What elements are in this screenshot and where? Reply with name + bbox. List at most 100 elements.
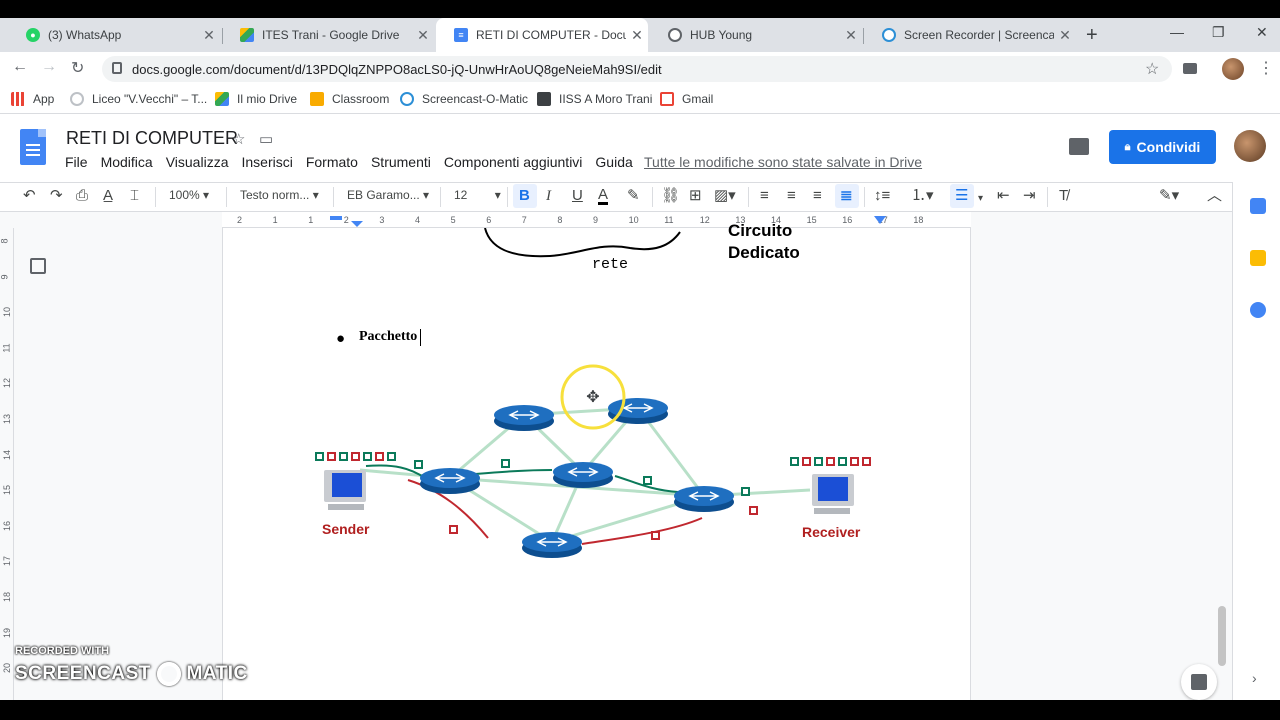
numbered-list-icon[interactable]: ⒈▾ (911, 187, 934, 205)
share-button[interactable]: 🔒︎ Condividi (1109, 130, 1216, 164)
indent-marker-first-line[interactable] (330, 216, 342, 220)
ruler-tick-label: 8 (557, 215, 563, 225)
style-select[interactable]: Testo norm... ▾ (240, 188, 319, 202)
bookmark-iiss[interactable]: IISS A Moro Trani (537, 92, 652, 106)
paint-format-icon[interactable]: ⌶ (130, 187, 139, 205)
line-spacing-icon[interactable]: ↕≡ (874, 187, 890, 205)
tab-whatsapp[interactable]: ● (3) WhatsApp ✕ (8, 18, 220, 52)
bookmark-apps[interactable]: App (11, 92, 54, 106)
document-outline-icon[interactable] (30, 258, 46, 274)
decrease-indent-icon[interactable]: ⇤ (997, 187, 1010, 205)
tasks-icon[interactable] (1250, 302, 1266, 318)
redo-icon[interactable]: ↷ (50, 187, 63, 205)
align-left-icon[interactable]: ≡ (760, 187, 769, 205)
tab-drive[interactable]: ITES Trani - Google Drive ✕ (222, 18, 434, 52)
star-icon[interactable]: ☆ (232, 130, 245, 148)
size-select[interactable]: 12 ▾ (454, 188, 501, 202)
forward-button[interactable]: → (41, 58, 57, 76)
drive-icon (240, 28, 254, 42)
spellcheck-icon[interactable]: A̲ (103, 187, 113, 205)
restore-button[interactable]: ❐ (1212, 24, 1225, 41)
menu-componenti[interactable]: Componenti aggiuntivi (444, 154, 583, 170)
profile-avatar[interactable] (1222, 58, 1244, 80)
comment-icon[interactable] (1069, 138, 1089, 155)
menu-guida[interactable]: Guida (595, 154, 632, 170)
justify-icon[interactable]: ≣ (840, 187, 853, 205)
increase-indent-icon[interactable]: ⇥ (1023, 187, 1036, 205)
reload-button[interactable]: ↻ (71, 58, 84, 78)
scrollbar-thumb[interactable] (1218, 606, 1226, 666)
print-icon[interactable]: ⎙ (76, 187, 88, 205)
menu-visualizza[interactable]: Visualizza (166, 154, 229, 170)
align-center-icon[interactable]: ≡ (787, 187, 796, 205)
circuit-label: Circuito Dedicato (728, 220, 800, 264)
menu-bar: File Modifica Visualizza Inserisci Forma… (65, 154, 646, 170)
insert-comment-icon[interactable]: ⊞ (689, 187, 702, 205)
bookmark-gmail[interactable]: Gmail (660, 92, 713, 106)
keep-icon[interactable] (1250, 250, 1266, 266)
close-icon[interactable]: ✕ (626, 27, 648, 44)
url-text[interactable]: docs.google.com/document/d/13PDQlqZNPPO8… (132, 62, 662, 77)
text-color-icon[interactable]: A (598, 187, 609, 205)
menu-modifica[interactable]: Modifica (101, 154, 153, 170)
menu-kebab-icon[interactable]: ⋮ (1258, 58, 1274, 78)
vruler-tick-label: 20 (2, 663, 13, 674)
side-panel-expand-icon[interactable]: › (1252, 670, 1257, 686)
save-status[interactable]: Tutte le modifiche sono state salvate in… (644, 154, 922, 170)
tab-screencast[interactable]: Screen Recorder | Screencast-O ✕ (864, 18, 1076, 52)
close-icon[interactable]: ✕ (412, 27, 434, 44)
indent-marker-right[interactable] (874, 216, 886, 224)
calendar-icon[interactable] (1250, 198, 1266, 214)
back-button[interactable]: ← (12, 58, 28, 76)
watermark-screencast: SCREENCAST (15, 663, 151, 685)
docs-logo-icon[interactable] (20, 129, 46, 165)
link-icon[interactable]: ⛓︎ (661, 187, 680, 205)
tab-docs-active[interactable]: ≡ RETI DI COMPUTER - Documen ✕ (436, 18, 648, 52)
bold-icon[interactable]: B (519, 187, 530, 205)
tab-title: ITES Trani - Google Drive (262, 28, 400, 42)
bookmark-liceo[interactable]: Liceo "V.Vecchi" – T... (70, 92, 207, 106)
document-title[interactable]: RETI DI COMPUTER (66, 128, 238, 149)
close-icon[interactable]: ✕ (840, 27, 862, 44)
menu-formato[interactable]: Formato (306, 154, 358, 170)
menu-strumenti[interactable]: Strumenti (371, 154, 431, 170)
toolbar-divider (864, 187, 865, 207)
insert-image-icon[interactable]: ▨▾ (714, 187, 736, 205)
toolbar-divider (652, 187, 653, 207)
tab-hub-young[interactable]: HUB Young ✕ (650, 18, 862, 52)
account-avatar[interactable] (1234, 130, 1266, 162)
cast-icon[interactable] (1183, 63, 1197, 74)
close-icon[interactable]: ✕ (198, 27, 220, 44)
bookmark-drive[interactable]: Il mio Drive (215, 92, 297, 106)
highlight-icon[interactable]: ✎ (627, 187, 640, 205)
underline-icon[interactable]: U (572, 187, 583, 205)
close-icon[interactable]: ✕ (1054, 27, 1076, 44)
collapse-chevron-icon[interactable]: ︿ (1207, 187, 1222, 205)
bulleted-list-icon[interactable]: ☰ (955, 187, 968, 205)
editing-mode-icon[interactable]: ✎▾ (1159, 187, 1179, 205)
dropdown-icon[interactable]: ▾ (978, 190, 983, 208)
font-select[interactable]: EB Garamo... ▾ (347, 188, 429, 202)
bullet-text[interactable]: Pacchetto (359, 329, 417, 345)
explore-button[interactable] (1181, 664, 1217, 700)
bookmark-classroom[interactable]: Classroom (310, 92, 389, 106)
drive-icon (215, 92, 229, 106)
menu-file[interactable]: File (65, 154, 88, 170)
align-right-icon[interactable]: ≡ (813, 187, 822, 205)
bookmark-screencast[interactable]: Screencast-O-Matic (400, 92, 528, 106)
vruler-tick-label: 8 (0, 238, 10, 244)
menu-inserisci[interactable]: Inserisci (241, 154, 292, 170)
close-window-button[interactable]: ✕ (1256, 24, 1268, 41)
lock-icon (112, 62, 122, 74)
zoom-select[interactable]: 100% ▾ (169, 188, 209, 202)
italic-icon[interactable]: I (546, 187, 551, 205)
receiver-computer-icon (812, 474, 854, 514)
bookmark-star-icon[interactable]: ☆ (1145, 59, 1159, 79)
indent-marker-left[interactable] (351, 221, 363, 227)
minimize-button[interactable]: — (1170, 24, 1184, 40)
toolbar-divider (507, 187, 508, 207)
move-folder-icon[interactable]: ▭ (259, 130, 273, 148)
clear-formatting-icon[interactable]: T̸ (1059, 187, 1068, 205)
undo-icon[interactable]: ↶ (23, 187, 36, 205)
new-tab-button[interactable]: + (1086, 24, 1098, 47)
